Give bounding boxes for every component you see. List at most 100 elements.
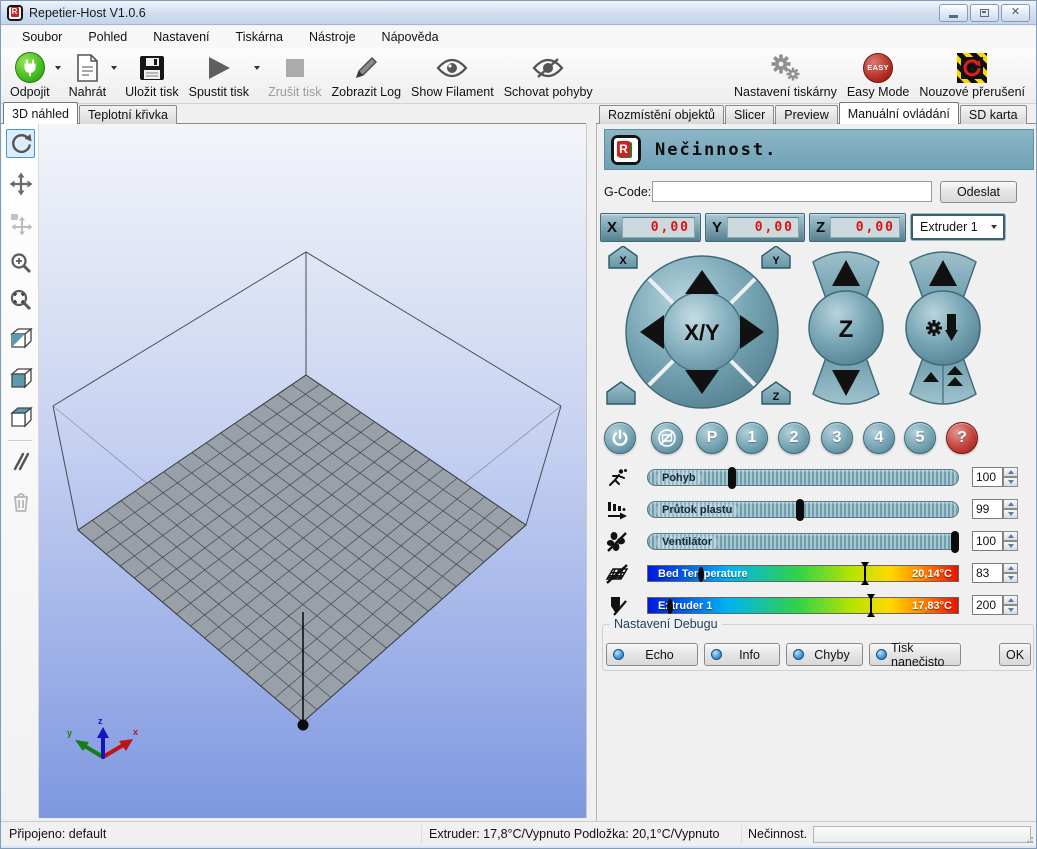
menu-nastaveni[interactable]: Nastavení: [140, 27, 222, 47]
easy-mode-button[interactable]: EASY Easy Mode: [842, 50, 915, 102]
motors-off-button[interactable]: [651, 422, 683, 454]
bed-temp-set-marker[interactable]: [859, 562, 871, 585]
flow-slider-thumb[interactable]: [796, 499, 804, 521]
tab-manualni-ovladani[interactable]: Manuální ovládání: [839, 102, 959, 124]
tab-rozmisteni-objektu[interactable]: Rozmístění objektů: [599, 105, 724, 124]
emergency-stop-button[interactable]: Nouzové přerušení: [914, 50, 1030, 102]
speed-slider-thumb[interactable]: [728, 467, 736, 489]
show-filament-button[interactable]: Show Filament: [406, 50, 499, 102]
extruder-select[interactable]: Extruder 1: [911, 214, 1005, 240]
debug-info-button[interactable]: Info: [704, 643, 780, 666]
panel-splitter[interactable]: [586, 124, 596, 818]
start-print-button[interactable]: Spustit tisk: [184, 50, 254, 102]
svg-text:y: y: [67, 728, 72, 738]
gcode-input[interactable]: [652, 181, 932, 202]
load-button[interactable]: Nahrát: [64, 50, 112, 102]
debug-errors-button[interactable]: Chyby: [786, 643, 863, 666]
load-dropdown[interactable]: [111, 50, 120, 102]
send-gcode-button[interactable]: Odeslat: [940, 181, 1017, 203]
menu-nastroje[interactable]: Nástroje: [296, 27, 369, 47]
preset-1-button[interactable]: 1: [736, 422, 768, 454]
fan-slider-thumb[interactable]: [951, 531, 959, 553]
home-y-button[interactable]: Y: [762, 246, 790, 268]
xy-jog-pad[interactable]: X/Y: [626, 256, 778, 408]
left-tab-bar: 3D náhled Teplotní křivka: [3, 105, 177, 124]
parallel-projection-tool[interactable]: [6, 446, 35, 475]
flow-value[interactable]: 99: [972, 499, 1003, 519]
zoom-fit-tool[interactable]: [6, 285, 35, 314]
extruder-temp-value[interactable]: 200: [972, 595, 1003, 615]
connect-button[interactable]: Odpojit: [5, 50, 55, 102]
show-log-button[interactable]: Zobrazit Log: [327, 50, 406, 102]
save-print-button[interactable]: Uložit tisk: [120, 50, 183, 102]
speed-slider[interactable]: Pohyb: [647, 469, 959, 486]
bed-temp-spinner[interactable]: [1003, 563, 1018, 583]
y-position-value: 0,00: [727, 217, 799, 238]
extruder-jog-control[interactable]: [906, 252, 980, 404]
rotate-view-tool[interactable]: [6, 129, 35, 158]
tab-teplotni-krivka[interactable]: Teplotní křivka: [79, 105, 177, 124]
flow-slider[interactable]: Průtok plastu: [647, 501, 959, 518]
svg-text:z: z: [98, 716, 103, 726]
stop-icon: [285, 52, 305, 83]
start-print-dropdown[interactable]: [254, 50, 263, 102]
z-jog-control[interactable]: Z: [809, 252, 883, 404]
tab-3d-nahled[interactable]: 3D náhled: [3, 102, 78, 124]
speed-value[interactable]: 100: [972, 467, 1003, 487]
tab-preview[interactable]: Preview: [775, 105, 837, 124]
dry-run-button[interactable]: Tisk nanečisto: [869, 643, 961, 666]
home-x-button[interactable]: X: [609, 246, 637, 268]
menu-tiskarna[interactable]: Tiskárna: [223, 27, 296, 47]
printer-settings-button[interactable]: Nastavení tiskárny: [729, 50, 842, 102]
connect-dropdown[interactable]: [55, 50, 64, 102]
flow-spinner[interactable]: [1003, 499, 1018, 519]
extruder-temp-slider[interactable]: Extruder 1 17,83°C: [647, 597, 959, 614]
zoom-in-tool[interactable]: [6, 248, 35, 277]
preset-5-button[interactable]: 5: [904, 422, 936, 454]
3d-viewport[interactable]: y z x: [39, 124, 586, 818]
fan-slider[interactable]: Ventilátor: [647, 533, 959, 550]
speed-spinner[interactable]: [1003, 467, 1018, 487]
bed-temp-value[interactable]: 83: [972, 563, 1003, 583]
view-isometric-tool[interactable]: [6, 323, 35, 352]
minimize-button[interactable]: [939, 4, 968, 22]
easy-mode-label: Easy Mode: [847, 85, 910, 99]
print-progress-bar: [813, 826, 1031, 843]
hide-travel-button[interactable]: Schovat pohyby: [499, 50, 598, 102]
start-print-label: Spustit tisk: [189, 85, 249, 99]
menu-soubor[interactable]: Soubor: [9, 27, 75, 47]
extruder-temp-spinner[interactable]: [1003, 595, 1018, 615]
close-button[interactable]: ✕: [1001, 4, 1030, 22]
tab-sd-karta[interactable]: SD karta: [960, 105, 1027, 124]
resize-grip[interactable]: [1026, 836, 1034, 844]
preset-3-button[interactable]: 3: [821, 422, 853, 454]
bed-temp-slider[interactable]: Bed Temperature 20,14°C: [647, 565, 959, 582]
home-z-button[interactable]: Z: [762, 382, 790, 404]
debug-echo-button[interactable]: Echo: [606, 643, 698, 666]
menu-pohled[interactable]: Pohled: [75, 27, 140, 47]
pan-view-tool[interactable]: [6, 169, 35, 198]
extruder-temp-set-marker[interactable]: [865, 594, 877, 617]
view-front-tool[interactable]: [6, 363, 35, 392]
power-button[interactable]: [604, 422, 636, 454]
fan-spinner[interactable]: [1003, 531, 1018, 551]
emergency-stop-label: Nouzové přerušení: [919, 85, 1025, 99]
cancel-print-label: Zrušit tisk: [268, 85, 321, 99]
fan-value[interactable]: 100: [972, 531, 1003, 551]
preset-2-button[interactable]: 2: [778, 422, 810, 454]
extruder-temp-current: 17,83°C: [912, 600, 952, 612]
plug-icon: [15, 52, 45, 83]
show-log-label: Zobrazit Log: [332, 85, 401, 99]
park-button[interactable]: P: [696, 422, 728, 454]
preset-4-button[interactable]: 4: [863, 422, 895, 454]
maximize-button[interactable]: [970, 4, 999, 22]
z-position-display: Z 0,00: [809, 213, 906, 242]
debug-ok-button[interactable]: OK: [999, 643, 1031, 666]
help-button[interactable]: ?: [946, 422, 978, 454]
menu-napoveda[interactable]: Nápověda: [369, 27, 452, 47]
speed-row: Pohyb 100: [597, 467, 1037, 489]
tab-slicer[interactable]: Slicer: [725, 105, 774, 124]
pencil-icon: [353, 52, 379, 83]
view-top-tool[interactable]: [6, 402, 35, 431]
home-all-button[interactable]: [607, 382, 635, 404]
